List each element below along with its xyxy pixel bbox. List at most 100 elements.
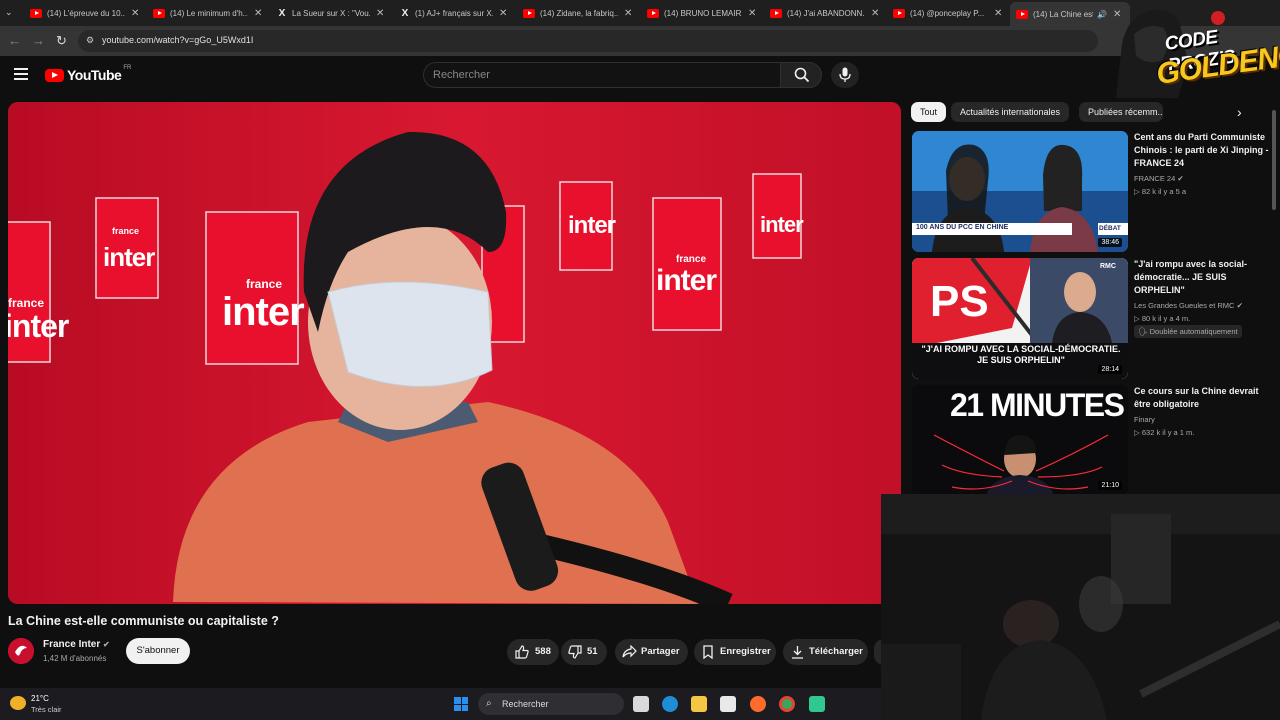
auto-dubbed-badge: 🗣 Doublée automatiquement	[1134, 325, 1242, 338]
chip-world-news[interactable]: Actualités internationales	[951, 102, 1070, 122]
reload-icon[interactable]: ↻	[56, 33, 67, 49]
search-icon: ⌕	[486, 698, 492, 709]
taskbar-search[interactable]: ⌕ Rechercher	[478, 693, 624, 715]
views-and-age: 82 k il y a 5 a	[1141, 187, 1187, 196]
recommendation-title[interactable]: "J'ai rompu avec la social-démocratie...…	[1134, 258, 1270, 297]
tab-title: (14) L'épreuve du 10...	[47, 8, 125, 18]
subscribe-button[interactable]: S'abonner	[126, 638, 190, 664]
search-input[interactable]: Rechercher	[423, 62, 781, 88]
like-button[interactable]: 588	[507, 639, 559, 665]
browser-tab[interactable]: (14) L'épreuve du 10... ✕	[30, 3, 148, 23]
auto-dubbed-text: Doublée automatiquement	[1149, 327, 1238, 336]
recommendation-channel[interactable]: Finary	[1134, 413, 1155, 426]
youtube-icon	[770, 8, 782, 18]
address-bar[interactable]: ⚙ youtube.com/watch?v=gGo_U5Wxd1I	[78, 30, 1098, 52]
recommendation-channel[interactable]: FRANCE 24 ✔	[1134, 172, 1184, 185]
country-code: FR	[123, 65, 132, 71]
channel-avatar[interactable]	[8, 638, 34, 664]
file-explorer-icon[interactable]	[691, 696, 707, 712]
youtube-icon	[1016, 9, 1028, 19]
recommendation-thumbnail[interactable]: PS RMC "J'AI ROMPU AVEC LA SOCIAL-DÉMOCR…	[912, 258, 1128, 379]
video-player[interactable]: france inter france inter inter france i…	[8, 102, 901, 604]
firefox-icon[interactable]	[750, 696, 766, 712]
recommendation-thumbnail[interactable]: 21 MINUTES 21:10	[912, 385, 1128, 495]
recommendation-title[interactable]: Ce cours sur la Chine devrait être oblig…	[1134, 385, 1270, 411]
browser-tab[interactable]: X La Sueur sur X : "Vou... ✕	[277, 3, 395, 23]
dislike-button[interactable]: 51	[561, 639, 607, 665]
close-icon[interactable]: ✕	[131, 8, 139, 19]
voice-search-button[interactable]	[831, 62, 859, 88]
tab-title: (14) La Chine est...	[1033, 9, 1093, 19]
channel-name: Les Grandes Gueules et RMC	[1134, 301, 1235, 310]
recommendation-thumbnail[interactable]: 100 ANS DU PCC EN CHINE DÉBAT 38:46	[912, 131, 1128, 252]
studio-logo-big: inter	[568, 212, 616, 239]
store-icon[interactable]	[720, 696, 736, 712]
channel-name[interactable]: France Inter ✔	[43, 639, 110, 650]
tab-title: (14) Zidane, la fabriq...	[540, 8, 618, 18]
browser-tab[interactable]: (14) Le minimum d'h... ✕	[153, 3, 271, 23]
browser-tab[interactable]: (14) Zidane, la fabriq... ✕	[523, 3, 641, 23]
hamburger-menu-icon[interactable]	[14, 68, 28, 80]
thumbnail-banner: 21 MINUTES	[950, 387, 1125, 423]
forward-icon[interactable]: →	[32, 33, 45, 48]
video-duration: 28:14	[1098, 365, 1122, 374]
chip-all[interactable]: Tout	[911, 102, 947, 122]
thumbnail-tag: RMC	[1100, 263, 1116, 270]
close-icon[interactable]: ✕	[748, 8, 756, 19]
browser-tab[interactable]: (14) @ponceplay P... ✕	[893, 3, 1011, 23]
recommendation-meta: ▷ 632 k il y a 1 m.	[1134, 426, 1194, 439]
download-button[interactable]: Télécharger	[783, 639, 868, 665]
share-button[interactable]: Partager	[615, 639, 688, 665]
verified-icon: ✔	[103, 640, 110, 649]
edge-icon[interactable]	[662, 696, 678, 712]
tab-list-button[interactable]: ⌄	[5, 7, 13, 18]
studio-logo-big: inter	[8, 308, 69, 344]
task-view-icon[interactable]	[633, 696, 649, 712]
video-duration: 38:46	[1098, 238, 1122, 247]
save-button[interactable]: Enregistrer	[694, 639, 776, 665]
speaker-icon[interactable]: 🔊	[1097, 10, 1107, 19]
recommendation-channel[interactable]: Les Grandes Gueules et RMC ✔	[1134, 299, 1243, 312]
share-icon	[622, 645, 637, 658]
taskbar-search-label: Rechercher	[502, 699, 549, 709]
youtube-logo[interactable]: YouTube FR	[45, 65, 132, 83]
browser-tab[interactable]: (14) BRUNO LEMAIR... ✕	[647, 3, 765, 23]
tab-title: (14) @ponceplay P...	[910, 8, 985, 18]
recommendation-title[interactable]: Cent ans du Parti Communiste Chinois : l…	[1134, 131, 1270, 170]
close-icon[interactable]: ✕	[254, 8, 262, 19]
close-icon[interactable]: ✕	[624, 8, 632, 19]
page-scrollbar[interactable]	[1272, 110, 1276, 210]
studio-logo-big: inter	[103, 242, 155, 272]
x-icon: X	[278, 7, 286, 19]
video-duration: 21:10	[1098, 481, 1122, 490]
play-count-icon: ▷	[1134, 428, 1142, 437]
close-icon[interactable]: ✕	[499, 8, 507, 19]
chevron-right-icon[interactable]: ›	[1237, 104, 1242, 120]
windows-start-icon[interactable]	[454, 697, 468, 711]
verified-icon: ✔	[1236, 301, 1243, 310]
studio-logo-big: inter	[222, 290, 305, 334]
chrome-icon[interactable]	[779, 696, 795, 712]
close-icon[interactable]: ✕	[994, 8, 1002, 19]
bookmark-icon	[703, 645, 713, 659]
site-info-icon[interactable]: ⚙	[86, 35, 94, 46]
share-label: Partager	[641, 646, 680, 657]
microphone-icon	[839, 67, 851, 82]
app-icon[interactable]	[809, 696, 825, 712]
back-icon[interactable]: ←	[8, 33, 21, 48]
youtube-icon	[153, 8, 165, 18]
url-text[interactable]: youtube.com/watch?v=gGo_U5Wxd1I	[102, 35, 253, 45]
channel-name-text: France Inter	[43, 639, 101, 650]
studio-logo-big: inter	[656, 264, 717, 297]
chip-recent[interactable]: Publiées récemm...	[1079, 102, 1163, 122]
close-icon[interactable]: ✕	[376, 8, 384, 19]
views-and-age: 80 k il y a 4 m.	[1141, 314, 1191, 323]
logo-text: YouTube	[67, 67, 122, 83]
close-icon[interactable]: ✕	[871, 8, 879, 19]
browser-tab[interactable]: X (1) AJ+ français sur X... ✕	[400, 3, 518, 23]
browser-tab[interactable]: (14) J'ai ABANDONN... ✕	[770, 3, 888, 23]
browser-toolbar: ← → ↻ ⚙ youtube.com/watch?v=gGo_U5Wxd1I	[0, 26, 1280, 56]
download-label: Télécharger	[809, 646, 863, 657]
channel-name: Finary	[1134, 415, 1155, 424]
search-button[interactable]	[780, 62, 822, 88]
